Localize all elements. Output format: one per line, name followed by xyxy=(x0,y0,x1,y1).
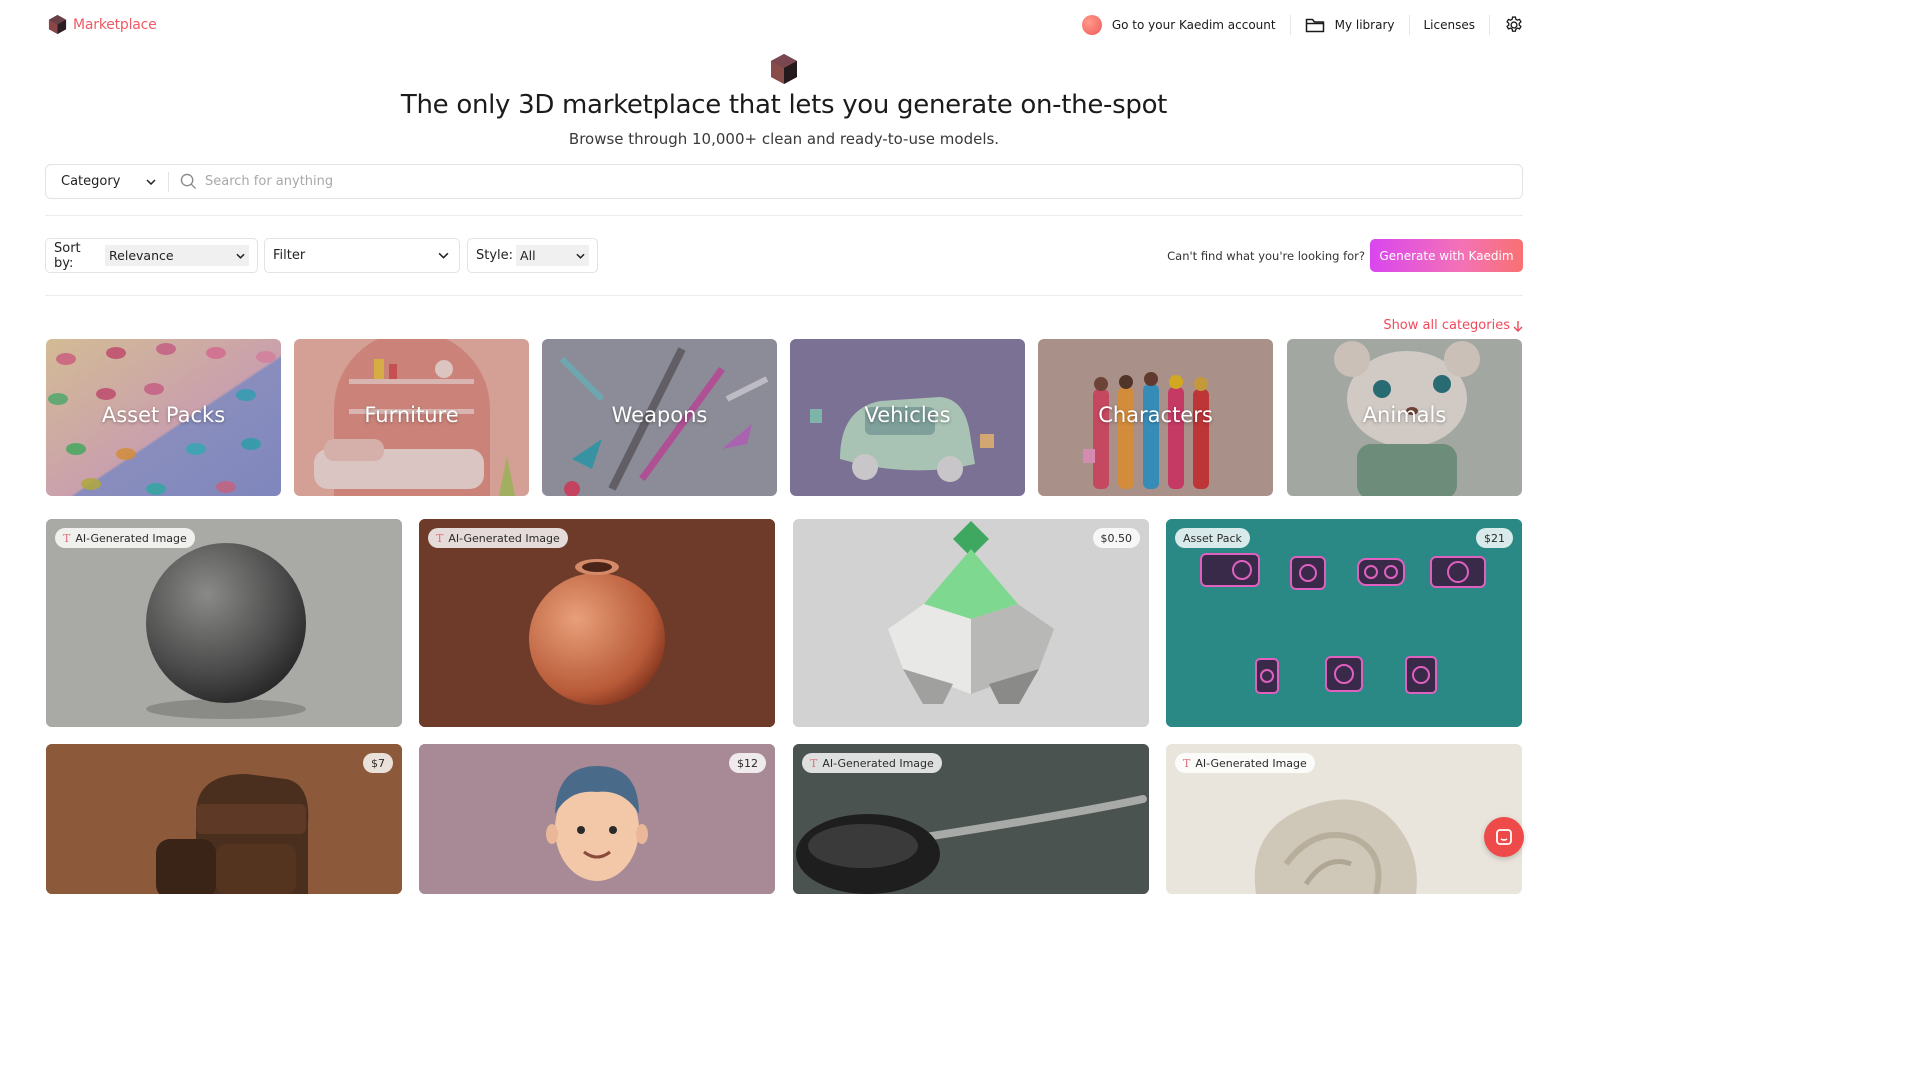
kaedim-account-link[interactable]: Go to your Kaedim account xyxy=(1068,13,1290,37)
style-select[interactable]: All xyxy=(516,245,589,266)
price-label: $12 xyxy=(737,756,758,770)
licenses-label: Licenses xyxy=(1423,18,1476,32)
category-tile-weapons[interactable]: Weapons xyxy=(542,339,777,496)
search-bar: Category xyxy=(45,164,1523,199)
chevron-down-icon xyxy=(576,253,585,259)
price-label: $7 xyxy=(371,756,385,770)
asset-pack-badge: Asset Pack xyxy=(1175,528,1250,548)
filter-dropdown[interactable]: Filter xyxy=(264,238,460,273)
badge-label: AI-Generated Image xyxy=(75,531,187,545)
text-icon: T xyxy=(63,531,71,545)
product-card[interactable]: T AI-Generated Image xyxy=(793,744,1149,894)
category-dropdown[interactable]: Category xyxy=(46,165,168,198)
product-card[interactable]: $0.50 xyxy=(793,519,1149,727)
kaedim-logo-icon xyxy=(48,15,67,34)
category-label: Weapons xyxy=(611,403,708,427)
category-dropdown-label: Category xyxy=(61,174,121,189)
show-all-categories-link[interactable]: Show all categories xyxy=(1383,318,1523,333)
chat-icon xyxy=(1494,827,1514,847)
product-image-sphere xyxy=(46,519,402,727)
show-all-categories-label: Show all categories xyxy=(1383,318,1510,333)
product-image-clay-pot xyxy=(419,519,775,727)
category-label: Vehicles xyxy=(864,403,951,427)
arrow-down-icon xyxy=(1513,320,1523,332)
product-image-cartoon-man xyxy=(419,744,775,894)
filter-label: Filter xyxy=(273,248,306,263)
page-subtitle: Browse through 10,000+ clean and ready-t… xyxy=(568,130,1000,148)
brand-link[interactable]: Marketplace xyxy=(48,14,157,35)
cant-find-text: Can't find what you're looking for? xyxy=(1167,249,1365,263)
search-icon xyxy=(180,173,197,190)
chat-support-button[interactable] xyxy=(1484,817,1524,857)
price-badge: $21 xyxy=(1476,528,1513,548)
badge-label: AI-Generated Image xyxy=(822,756,934,770)
chevron-down-icon xyxy=(438,252,449,259)
product-image-low-poly-creature xyxy=(793,519,1149,727)
folder-icon xyxy=(1305,17,1325,34)
search-divider xyxy=(168,171,169,192)
product-image-speakers-pack xyxy=(1166,519,1522,727)
my-library-label: My library xyxy=(1334,18,1395,32)
chevron-down-icon xyxy=(146,178,156,185)
product-card[interactable]: $7 xyxy=(46,744,402,894)
sort-dropdown[interactable]: Sort by: Relevance xyxy=(45,238,258,273)
category-label: Animals xyxy=(1362,403,1447,427)
divider xyxy=(45,215,1523,216)
product-image-armchair xyxy=(46,744,402,894)
brand-name: Marketplace xyxy=(73,16,157,33)
ai-generated-badge: T AI-Generated Image xyxy=(1175,753,1315,773)
category-label: Asset Packs xyxy=(101,403,226,427)
page-title: The only 3D marketplace that lets you ge… xyxy=(400,90,1168,120)
text-icon: T xyxy=(436,531,444,545)
product-card[interactable]: T AI-Generated Image xyxy=(419,519,775,727)
product-card[interactable]: T AI-Generated Image xyxy=(1166,744,1522,894)
category-tile-characters[interactable]: Characters xyxy=(1038,339,1273,496)
generate-with-kaedim-button[interactable]: Generate with Kaedim xyxy=(1370,239,1523,272)
settings-button[interactable] xyxy=(1490,13,1524,37)
my-library-link[interactable]: My library xyxy=(1291,13,1409,37)
price-badge: $7 xyxy=(363,753,393,773)
kaedim-account-label: Go to your Kaedim account xyxy=(1111,18,1276,32)
licenses-link[interactable]: Licenses xyxy=(1410,13,1490,37)
badge-label: AI-Generated Image xyxy=(1195,756,1307,770)
price-badge: $0.50 xyxy=(1092,528,1140,548)
gear-icon xyxy=(1504,15,1524,35)
chevron-down-icon xyxy=(236,253,245,259)
ai-generated-badge: T AI-Generated Image xyxy=(802,753,942,773)
sort-select[interactable]: Relevance xyxy=(105,245,249,266)
divider xyxy=(45,295,1523,296)
hero-logo-icon xyxy=(771,54,797,84)
product-card[interactable]: $12 xyxy=(419,744,775,894)
avatar xyxy=(1081,15,1102,35)
ai-generated-badge: T AI-Generated Image xyxy=(428,528,568,548)
price-label: $0.50 xyxy=(1100,531,1133,545)
badge-label: Asset Pack xyxy=(1183,531,1242,545)
sort-value: Relevance xyxy=(109,248,174,263)
category-tile-asset-packs[interactable]: Asset Packs xyxy=(46,339,281,496)
category-label: Furniture xyxy=(364,403,459,427)
ai-generated-badge: T AI-Generated Image xyxy=(55,528,195,548)
style-label: Style: xyxy=(476,248,514,263)
style-value: All xyxy=(520,248,536,263)
style-dropdown[interactable]: Style: All xyxy=(467,238,598,273)
top-navigation: Marketplace Go to your Kaedim account My… xyxy=(0,0,1568,50)
product-card[interactable]: Asset Pack $21 xyxy=(1166,519,1522,727)
search-input[interactable] xyxy=(205,165,1522,198)
category-label: Characters xyxy=(1098,403,1213,427)
category-tile-animals[interactable]: Animals xyxy=(1287,339,1522,496)
price-badge: $12 xyxy=(729,753,766,773)
text-icon: T xyxy=(1183,756,1191,770)
header-nav: Go to your Kaedim account My library Lic… xyxy=(1068,13,1524,37)
sort-label: Sort by: xyxy=(54,240,81,271)
category-tile-furniture[interactable]: Furniture xyxy=(294,339,529,496)
category-tile-vehicles[interactable]: Vehicles xyxy=(790,339,1025,496)
badge-label: AI-Generated Image xyxy=(448,531,560,545)
text-icon: T xyxy=(810,756,818,770)
product-card[interactable]: T AI-Generated Image xyxy=(46,519,402,727)
price-label: $21 xyxy=(1484,531,1505,545)
